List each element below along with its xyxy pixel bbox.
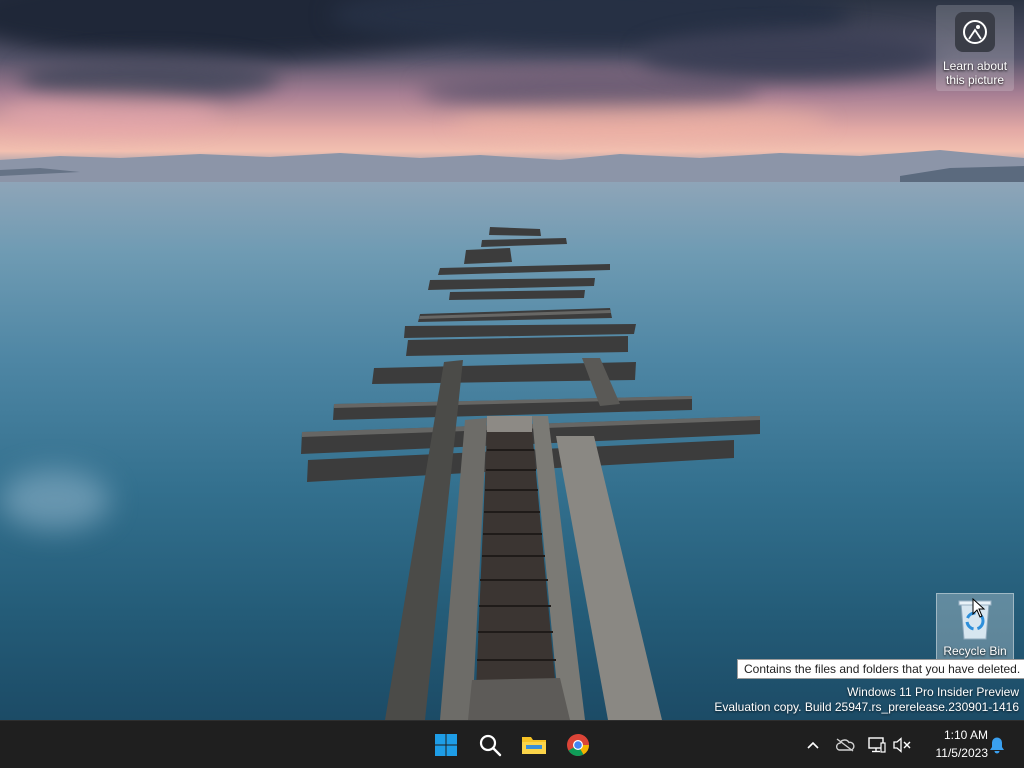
network-tray-button[interactable]: [866, 734, 888, 756]
watermark-build: Evaluation copy. Build 25947.rs_prerelea…: [714, 700, 1019, 714]
start-button[interactable]: [426, 725, 466, 765]
camera-aperture-icon: [963, 20, 987, 44]
learn-about-picture-label: Learn about this picture: [942, 59, 1008, 87]
folder-icon: [522, 737, 546, 754]
network-icon: [868, 737, 886, 753]
taskbar: 1:10 AM 11/5/2023: [0, 720, 1024, 768]
recycle-bin-label: Recycle Bin: [943, 644, 1007, 658]
clock-date: 11/5/2023: [935, 746, 989, 760]
desktop-wallpaper: [0, 0, 1024, 720]
show-hidden-icons-button[interactable]: [802, 734, 824, 756]
windows-logo-icon: [435, 734, 457, 756]
onedrive-tray-button[interactable]: [834, 734, 856, 756]
search-button[interactable]: [470, 725, 510, 765]
notification-bell-icon: [990, 737, 1004, 754]
volume-muted-icon: [893, 737, 911, 753]
recycle-bin-tooltip: Contains the files and folders that you …: [737, 659, 1024, 679]
watermark-edition: Windows 11 Pro Insider Preview: [847, 685, 1019, 699]
evaluation-watermark: Windows 11 Pro Insider Preview Evaluatio…: [714, 685, 1019, 715]
chrome-button[interactable]: [558, 725, 598, 765]
chevron-up-icon: [807, 741, 819, 749]
chrome-icon: [567, 734, 589, 756]
mouse-cursor-icon: [972, 598, 986, 618]
clock-time: 1:10 AM: [943, 728, 988, 742]
notification-center-button[interactable]: [986, 734, 1008, 756]
file-explorer-button[interactable]: [514, 725, 554, 765]
spotlight-badge: [955, 12, 995, 52]
onedrive-icon: [835, 738, 855, 752]
search-icon: [479, 734, 502, 757]
learn-about-picture-button[interactable]: Learn about this picture: [936, 5, 1014, 91]
wooden-pier: [301, 227, 760, 720]
taskbar-clock[interactable]: 1:10 AM 11/5/2023: [918, 726, 989, 762]
volume-tray-button[interactable]: [891, 734, 913, 756]
